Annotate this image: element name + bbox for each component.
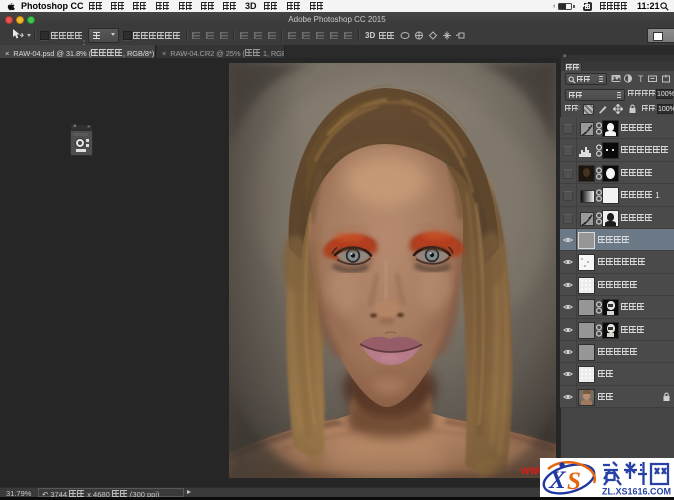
svg-text:ZL.XS1616.COM: ZL.XS1616.COM [602,487,671,497]
svg-text:S: S [567,468,581,495]
svg-text:X: X [548,467,567,494]
svg-text:T: T [638,74,644,83]
